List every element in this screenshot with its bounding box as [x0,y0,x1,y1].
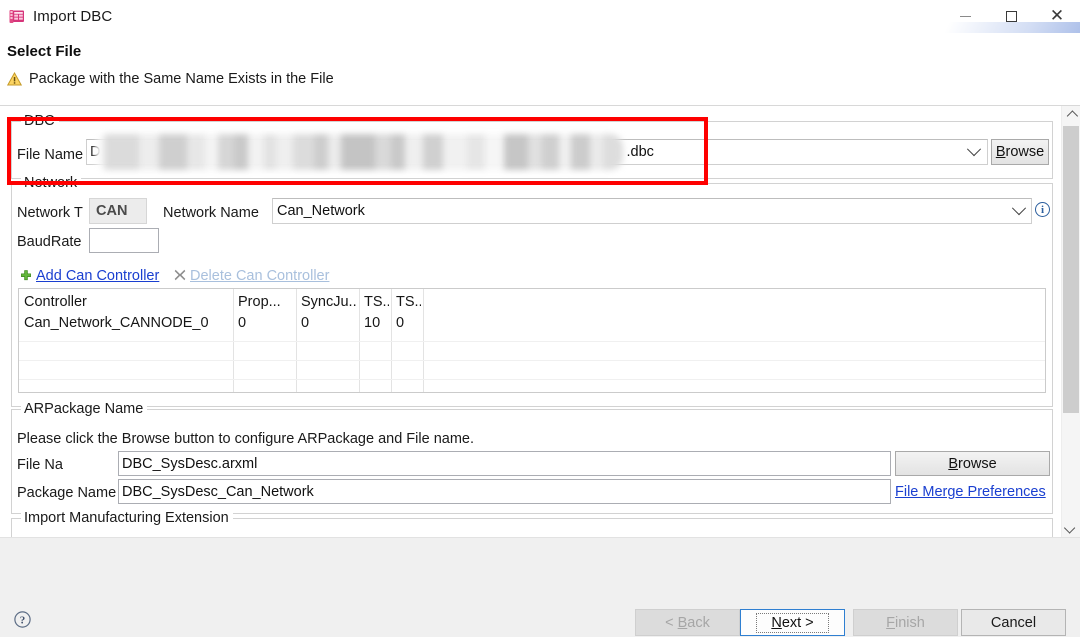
manufacturing-extension-group: Import Manufacturing Extension [11,510,1053,537]
window-controls: ✕ [942,0,1080,33]
network-type-label: Network T [17,205,83,221]
dbc-browse-button[interactable]: Browse [991,139,1049,165]
help-question-icon[interactable]: ? [14,611,31,628]
package-name-input[interactable]: DBC_SysDesc_Can_Network [118,479,891,504]
network-type-value[interactable]: CAN [89,198,147,224]
package-name-label: Package Name [17,485,117,501]
page-title: Select File [7,43,82,60]
dbc-browse-label: Browse [995,144,1045,160]
arpackage-hint: Please click the Browse button to config… [17,431,475,447]
file-merge-preferences-link[interactable]: File Merge Preferences [895,484,1046,500]
svg-text:?: ? [20,614,26,626]
controller-table[interactable]: Controller Prop... SyncJu... TS... TS...… [18,288,1046,393]
back-button: < Back [635,609,740,636]
delete-can-controller-link: Delete Can Controller [190,268,330,284]
network-name-dropdown-arrow[interactable] [1007,199,1031,223]
plus-icon [20,270,32,286]
column-header-ts1[interactable]: TS... [364,294,389,310]
cross-icon [174,269,186,285]
cancel-button[interactable]: Cancel [961,609,1066,636]
close-icon: ✕ [1049,6,1065,26]
scroll-up-button[interactable] [1062,106,1080,125]
network-name-value: Can_Network [277,203,365,219]
dbc-file-dropdown[interactable] [620,139,986,165]
cell-controller: Can_Network_CANNODE_0 [24,315,209,331]
minimize-button[interactable] [942,0,988,33]
column-header-controller[interactable]: Controller [24,294,230,310]
next-button-label: Next > [756,612,829,633]
column-header-prop[interactable]: Prop... [238,294,293,310]
cancel-button-label: Cancel [990,614,1037,631]
chevron-up-icon [1066,109,1079,122]
arpackage-browse-label: Browse [948,455,997,472]
dbc-table-icon [8,8,26,26]
close-button[interactable]: ✕ [1034,0,1080,33]
scrollbar-thumb[interactable] [1063,126,1079,413]
baudrate-label: BaudRate [17,234,82,250]
arpackage-browse-button[interactable]: Browse [895,451,1050,476]
window-titlebar: Import DBC ✕ [0,0,1080,38]
manufacturing-extension-group-label: Import Manufacturing Extension [21,510,233,526]
arpackage-file-name-label: File Na [17,457,63,473]
next-button[interactable]: Next > [740,609,845,636]
arpackage-file-name-input[interactable]: DBC_SysDesc.arxml [118,451,891,476]
cell-syncjump: 0 [301,315,310,331]
network-group-label: Network [21,175,82,191]
status-message: Package with the Same Name Exists in the… [6,71,334,87]
baudrate-input[interactable] [89,228,159,253]
network-name-label: Network Name [163,205,259,221]
back-button-label: < Back [665,614,710,631]
cell-ts2: 0 [396,315,405,331]
minimize-icon [959,16,971,17]
dbc-file-name-prefix: D: [90,144,105,160]
finish-button: Finish [853,609,958,636]
column-header-ts2[interactable]: TS... [396,294,421,310]
maximize-icon [1005,11,1017,22]
cell-prop: 0 [238,315,247,331]
arpackage-group-label: ARPackage Name [21,401,148,417]
column-header-syncjump[interactable]: SyncJu... [301,294,356,310]
add-can-controller-link[interactable]: Add Can Controller [36,268,159,284]
network-name-combo[interactable]: Can_Network [272,198,1032,224]
wizard-header: Select File Package with the Same Name E… [0,33,1080,106]
chevron-down-icon [1063,521,1076,534]
window-title: Import DBC [33,8,113,25]
warning-triangle-icon [6,71,23,86]
finish-button-label: Finish [886,614,925,631]
chevron-down-icon [966,142,982,157]
maximize-button[interactable] [988,0,1034,33]
dbc-group-label: DBC [21,113,59,129]
wizard-content: DBC File Name D: .dbc Browse Network Net… [0,106,1057,537]
vertical-scrollbar[interactable] [1061,106,1080,537]
chevron-down-icon [1011,201,1027,216]
cell-ts1: 10 [364,315,381,331]
dbc-file-name-label: File Name [17,147,84,163]
wizard-scroll-area: DBC File Name D: .dbc Browse Network Net… [0,106,1080,537]
status-message-text: Package with the Same Name Exists in the… [29,71,334,87]
scroll-down-button[interactable] [1062,518,1080,537]
dbc-file-dropdown-arrow[interactable] [962,139,986,165]
info-icon[interactable]: i [1035,202,1050,217]
